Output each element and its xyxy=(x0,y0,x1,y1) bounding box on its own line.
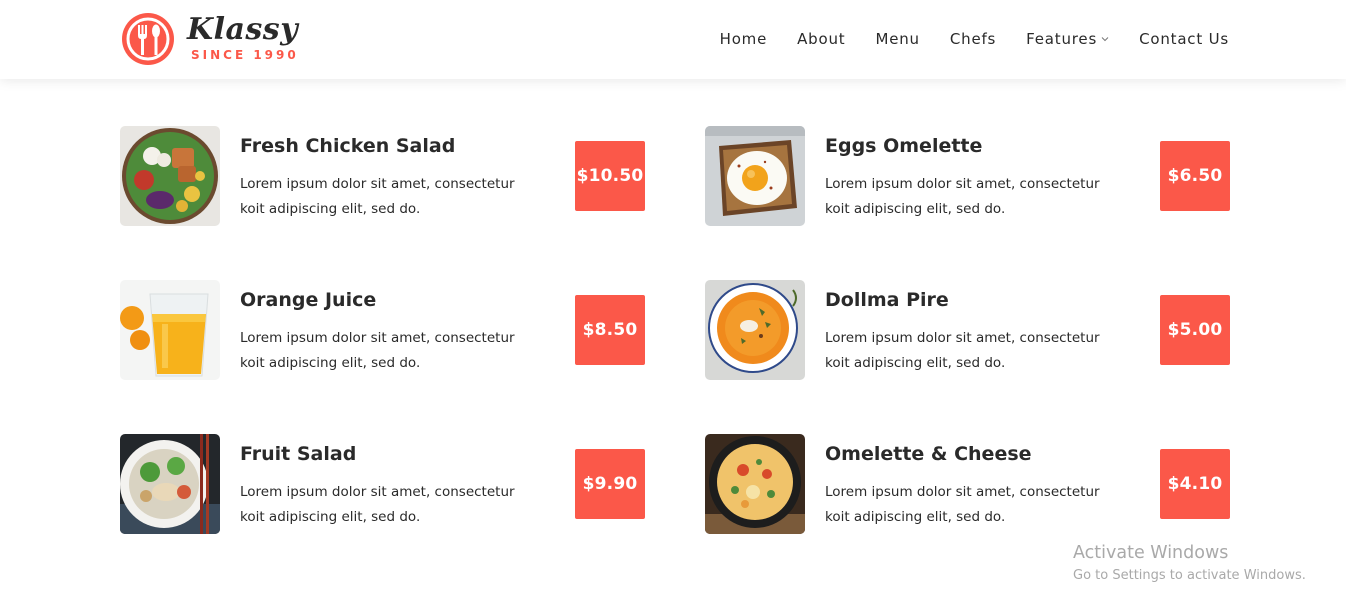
menu-item: Dollma Pire Lorem ipsum dolor sit amet, … xyxy=(705,280,1230,380)
nav-menu-label: Menu xyxy=(875,30,920,48)
item-title: Eggs Omelette xyxy=(825,135,983,157)
price-badge: $5.00 xyxy=(1160,295,1230,365)
chevron-down-icon xyxy=(1101,37,1109,42)
logo-tagline: SINCE 1990 xyxy=(191,48,299,62)
price-badge: $8.50 xyxy=(575,295,645,365)
activate-windows-watermark: Activate Windows Go to Settings to activ… xyxy=(1073,542,1306,586)
item-title: Orange Juice xyxy=(240,289,377,311)
orange-juice-photo xyxy=(120,280,220,380)
item-description: Lorem ipsum dolor sit amet, consectetur … xyxy=(240,176,515,217)
price-badge: $10.50 xyxy=(575,141,645,211)
site-header: Klassy SINCE 1990 Home About Menu Chefs … xyxy=(0,0,1346,79)
nav-menu[interactable]: Menu xyxy=(875,30,919,48)
menu-item: Fresh Chicken Salad Lorem ipsum dolor si… xyxy=(120,126,645,226)
menu-item: Fruit Salad Lorem ipsum dolor sit amet, … xyxy=(120,434,645,534)
price-badge: $4.10 xyxy=(1160,449,1230,519)
logo-wordmark: Klassy xyxy=(187,12,299,47)
chicken-salad-photo xyxy=(120,126,220,226)
eggs-omelette-photo xyxy=(705,126,805,226)
logo[interactable]: Klassy SINCE 1990 xyxy=(120,11,300,67)
nav-contact-us-label: Contact Us xyxy=(1139,30,1229,48)
item-description: Lorem ipsum dolor sit amet, consectetur … xyxy=(825,330,1100,371)
nav-about-label: About xyxy=(797,30,846,48)
fork-spoon-logo-icon xyxy=(122,13,174,65)
price-badge: $9.90 xyxy=(575,449,645,519)
nav-chefs[interactable]: Chefs xyxy=(950,30,996,48)
menu-item: Orange Juice Lorem ipsum dolor sit amet,… xyxy=(120,280,645,380)
nav-features-label: Features xyxy=(1026,30,1098,48)
watermark-subtitle: Go to Settings to activate Windows. xyxy=(1073,568,1306,583)
main-nav: Home About Menu Chefs Features Contact U… xyxy=(720,30,1229,48)
menu-item: Eggs Omelette Lorem ipsum dolor sit amet… xyxy=(705,126,1230,226)
item-title: Omelette & Cheese xyxy=(825,443,1032,465)
price-badge: $6.50 xyxy=(1160,141,1230,211)
dollma-pire-photo xyxy=(705,280,805,380)
nav-home-label: Home xyxy=(719,30,768,48)
item-description: Lorem ipsum dolor sit amet, consectetur … xyxy=(240,484,515,525)
nav-home[interactable]: Home xyxy=(720,30,768,48)
item-description: Lorem ipsum dolor sit amet, consectetur … xyxy=(240,330,515,371)
nav-features[interactable]: Features xyxy=(1026,30,1109,48)
nav-about[interactable]: About xyxy=(797,30,845,48)
omelette-cheese-photo xyxy=(705,434,805,534)
nav-chefs-label: Chefs xyxy=(949,30,997,48)
nav-contact-us[interactable]: Contact Us xyxy=(1139,30,1229,48)
item-title: Fruit Salad xyxy=(240,443,357,465)
item-description: Lorem ipsum dolor sit amet, consectetur … xyxy=(825,484,1100,525)
watermark-title: Activate Windows xyxy=(1073,543,1229,563)
menu-item: Omelette & Cheese Lorem ipsum dolor sit … xyxy=(705,434,1230,534)
item-title: Dollma Pire xyxy=(825,289,949,311)
item-title: Fresh Chicken Salad xyxy=(240,135,456,157)
item-description: Lorem ipsum dolor sit amet, consectetur … xyxy=(825,176,1100,217)
fruit-salad-photo xyxy=(120,434,220,534)
